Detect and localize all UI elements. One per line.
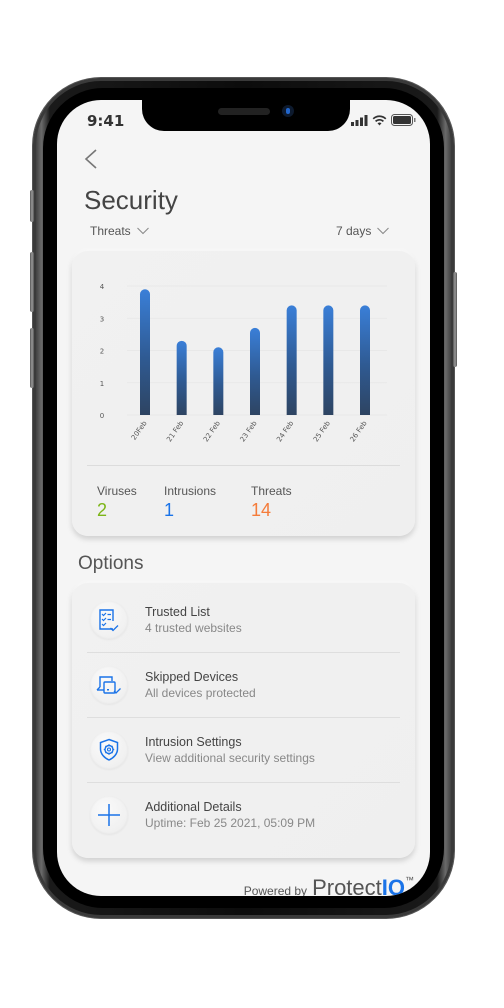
stat-value: 2 [97,500,108,520]
option-title: Skipped Devices [145,670,239,684]
stat-value: 1 [164,500,175,520]
shield-gear-icon [99,738,119,761]
threats-bar-chart: 0 1 2 3 4 20Feb 21 Feb 22 Feb 23 Feb 24 Feb 25 Feb… [100,283,387,443]
option-additional-details[interactable]: Additional Details Uptime: Feb 25 2021, … [87,783,400,848]
option-title: Additional Details [145,800,242,814]
status-time: 9:41 [87,112,125,130]
camera [282,105,294,117]
x-tick-label: 25 Feb [312,419,332,443]
bar-21-feb [176,340,187,415]
page-title: Security [84,185,178,215]
options-heading: Options [78,553,144,574]
option-title: Intrusion Settings [145,735,242,749]
brand-logo: ProtectIQ™ [312,875,414,896]
checklist-icon [99,609,119,632]
stat-label: Viruses [97,484,137,498]
y-tick-label: 2 [100,348,104,356]
trademark: ™ [405,875,414,885]
chevron-down-icon [136,227,149,235]
bar-24-feb [286,305,297,415]
stat-intrusions: Intrusions 1 [164,484,216,521]
option-subtitle: View additional security settings [145,751,315,765]
range-dropdown[interactable]: 7 days [336,224,390,238]
stat-viruses: Viruses 2 [97,484,137,521]
range-dropdown-value: 7 days [336,224,372,238]
app-screen: 9:41 Security Threats 7 days 0 1 2 3 4 20Feb 2… [57,100,430,896]
chevron-down-icon [377,227,390,235]
brand-main: Protect [312,875,382,896]
wifi-icon [372,114,387,125]
devices-check-icon [96,676,121,694]
battery-icon [391,114,416,126]
chart-divider [87,465,400,466]
option-trusted-list[interactable]: Trusted List 4 trusted websites [87,588,400,653]
option-subtitle: All devices protected [145,686,256,700]
power-button [453,272,457,367]
x-tick-label: 22 Feb [202,419,222,443]
y-tick-label: 0 [100,412,104,420]
bar-22-feb [213,347,224,415]
y-tick-label: 3 [100,315,104,323]
brand-accent: IQ [381,875,405,896]
plus-icon [98,804,120,826]
volume-up-button [30,252,34,312]
metric-dropdown-value: Threats [90,224,131,238]
bar-26-feb [360,305,370,415]
stat-value: 14 [251,500,272,520]
options-card: Trusted List 4 trusted websites Skipped … [72,583,415,858]
powered-by-footer: Powered by ProtectIQ™ [244,875,414,896]
bar-25-feb [323,305,334,415]
threats-chart-card: 0 1 2 3 4 20Feb 21 Feb 22 Feb 23 Feb 24 Feb 25 Feb… [72,251,415,536]
back-button[interactable] [81,148,103,170]
bar-23-feb [250,327,260,415]
stat-threats: Threats 14 [251,484,292,521]
notch [142,100,350,131]
x-tick-label: 21 Feb [165,419,185,443]
stat-label: Intrusions [164,484,217,498]
silent-switch [30,190,34,222]
volume-down-button [30,328,34,388]
x-tick-label: 20Feb [130,419,149,441]
bar-20feb [140,289,150,415]
y-tick-label: 1 [100,380,104,388]
stat-label: Threats [251,484,292,498]
option-subtitle: Uptime: Feb 25 2021, 05:09 PM [145,816,316,830]
speaker [218,108,270,115]
option-skipped-devices[interactable]: Skipped Devices All devices protected [87,653,400,718]
x-tick-label: 24 Feb [275,419,295,443]
option-title: Trusted List [145,605,210,619]
metric-dropdown[interactable]: Threats [90,224,149,238]
powered-by-text: Powered by [243,884,308,896]
y-tick-label: 4 [100,283,105,291]
x-tick-label: 26 Feb [349,419,369,443]
option-intrusion-settings[interactable]: Intrusion Settings View additional secur… [87,718,400,783]
option-subtitle: 4 trusted websites [145,621,242,635]
status-icons [351,114,416,126]
signal-icon [351,114,368,126]
x-tick-label: 23 Feb [239,419,259,443]
